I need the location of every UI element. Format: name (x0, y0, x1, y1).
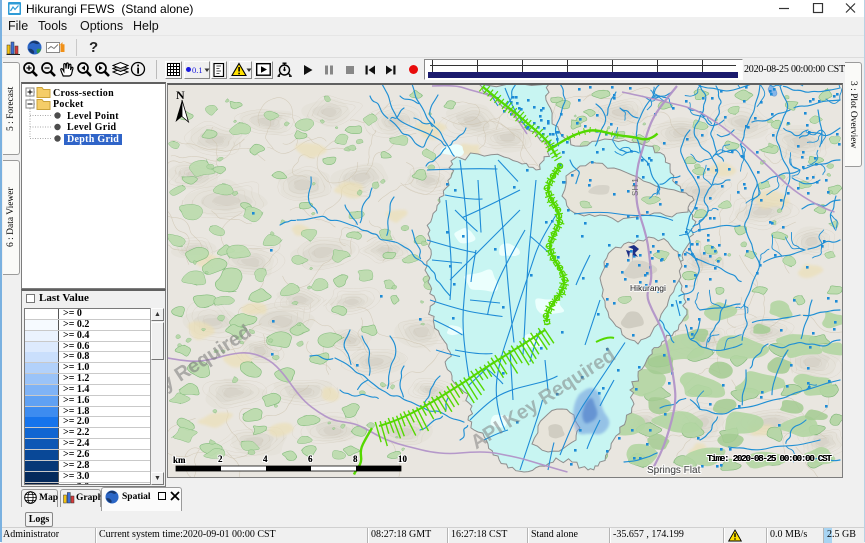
svg-text:N: N (176, 88, 185, 102)
svg-text:km: km (173, 455, 186, 465)
svg-text:4: 4 (263, 454, 268, 464)
svg-text:8: 8 (353, 454, 358, 464)
svg-text:10: 10 (398, 454, 408, 464)
svg-text:Springs Flat: Springs Flat (647, 465, 701, 476)
svg-text:Time: 2020-08-25 00:00:00 CST: Time: 2020-08-25 00:00:00 CST (707, 453, 832, 464)
svg-text:2: 2 (218, 454, 223, 464)
svg-text:6: 6 (308, 454, 313, 464)
svg-text:SH 1: SH 1 (631, 178, 640, 196)
svg-text:Hikurangi: Hikurangi (630, 283, 666, 293)
